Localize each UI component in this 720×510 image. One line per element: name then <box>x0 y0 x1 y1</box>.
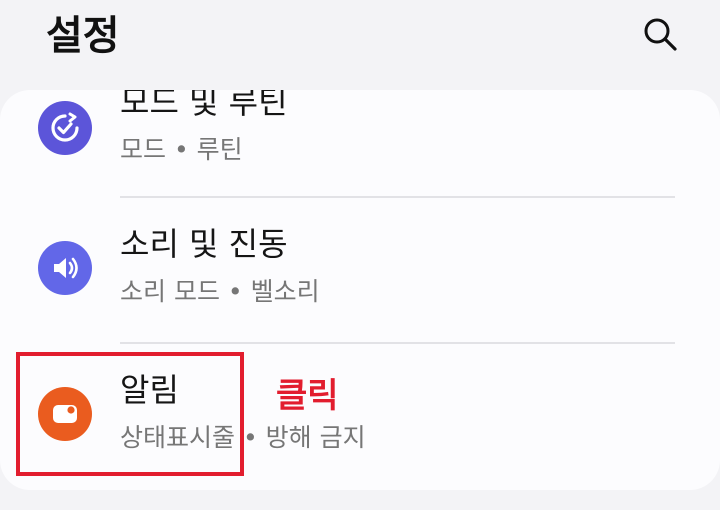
settings-item-subtitle: 소리 모드 • 벨소리 <box>120 277 320 306</box>
settings-item-title: 소리 및 진동 <box>120 225 288 263</box>
highlight-box <box>16 352 244 476</box>
click-annotation: 클릭 <box>276 376 339 416</box>
page-title: 설정 <box>46 13 120 59</box>
settings-item-subtitle: 모드 • 루틴 <box>120 135 243 164</box>
search-icon <box>644 18 677 51</box>
settings-item-modes-routines[interactable]: 모드 및 루틴 모드 • 루틴 <box>0 90 720 206</box>
modes-routines-icon <box>38 101 92 155</box>
speaker-icon <box>38 241 92 295</box>
settings-item-title: 모드 및 루틴 <box>120 90 288 121</box>
search-button[interactable] <box>638 12 682 56</box>
settings-item-sound-vibration[interactable]: 소리 및 진동 소리 모드 • 벨소리 <box>0 198 720 344</box>
app-header: 설정 <box>0 0 720 80</box>
